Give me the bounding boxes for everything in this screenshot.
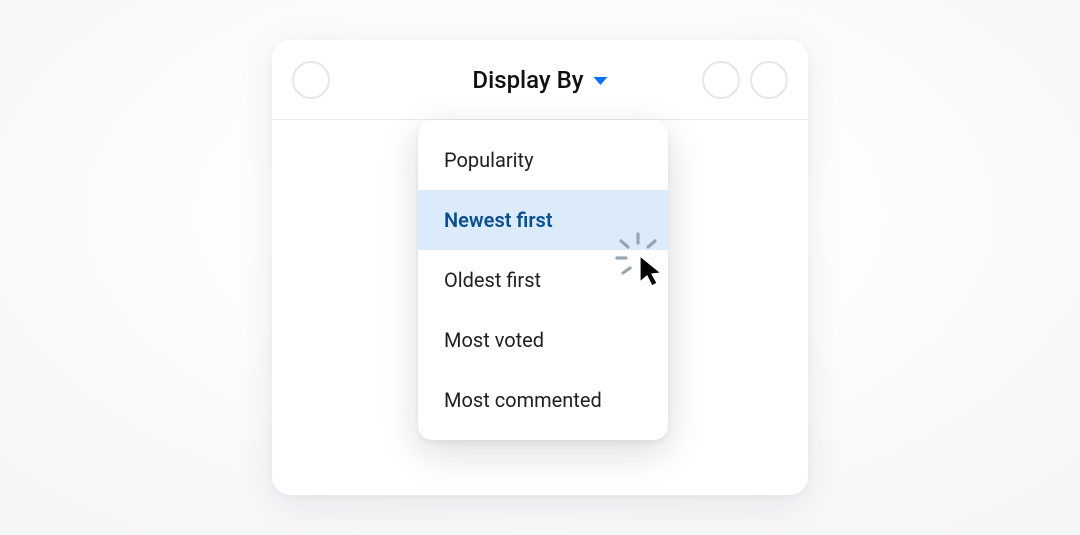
display-by-label: Display By (472, 66, 583, 94)
toolbar-right-placeholder-button-1[interactable] (702, 61, 740, 99)
display-by-dropdown: Popularity Newest first Oldest first Mos… (418, 120, 668, 440)
dropdown-item-label: Newest first (444, 208, 553, 232)
dropdown-item-label: Most commented (444, 388, 602, 412)
dropdown-item-label: Most voted (444, 328, 544, 352)
dropdown-item-label: Popularity (444, 148, 534, 172)
dropdown-item-oldest-first[interactable]: Oldest first (418, 250, 668, 310)
toolbar: Display By (272, 40, 808, 120)
dropdown-item-most-commented[interactable]: Most commented (418, 370, 668, 430)
toolbar-right-group (702, 61, 788, 99)
caret-down-icon (594, 77, 608, 85)
dropdown-item-most-voted[interactable]: Most voted (418, 310, 668, 370)
sort-card: Display By Popularity Newest first Oldes… (272, 40, 808, 495)
dropdown-item-popularity[interactable]: Popularity (418, 130, 668, 190)
dropdown-item-newest-first[interactable]: Newest first (418, 190, 668, 250)
display-by-dropdown-trigger[interactable]: Display By (472, 66, 607, 94)
dropdown-item-label: Oldest first (444, 268, 541, 292)
toolbar-right-placeholder-button-2[interactable] (750, 61, 788, 99)
toolbar-left-placeholder-button[interactable] (292, 61, 330, 99)
